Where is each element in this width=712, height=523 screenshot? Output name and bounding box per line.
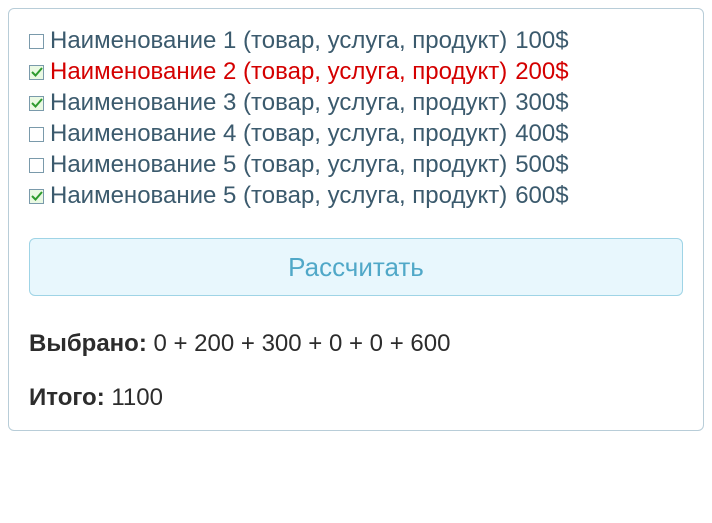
- item-checkbox-1[interactable]: [29, 34, 44, 49]
- item-price: 400$: [515, 120, 568, 148]
- item-row: Наименование 5 (товар, услуга, продукт) …: [29, 151, 683, 179]
- item-row: Наименование 1 (товар, услуга, продукт) …: [29, 27, 683, 55]
- item-label: Наименование 5 (товар, услуга, продукт): [50, 182, 507, 210]
- item-checkbox-3[interactable]: [29, 96, 44, 111]
- item-row: Наименование 4 (товар, услуга, продукт) …: [29, 120, 683, 148]
- selected-label: Выбрано:: [29, 330, 147, 357]
- calculator-panel: Наименование 1 (товар, услуга, продукт) …: [8, 8, 704, 431]
- total-line: Итого: 1100: [29, 384, 683, 412]
- item-price: 500$: [515, 151, 568, 179]
- item-label: Наименование 5 (товар, услуга, продукт): [50, 151, 507, 179]
- item-checkbox-4[interactable]: [29, 127, 44, 142]
- item-checkbox-2[interactable]: [29, 65, 44, 80]
- item-row: Наименование 3 (товар, услуга, продукт) …: [29, 89, 683, 117]
- item-label: Наименование 3 (товар, услуга, продукт): [50, 89, 507, 117]
- item-price: 100$: [515, 27, 568, 55]
- item-label: Наименование 2 (товар, услуга, продукт): [50, 58, 507, 86]
- item-label: Наименование 1 (товар, услуга, продукт): [50, 27, 507, 55]
- item-price: 200$: [515, 58, 568, 86]
- total-value: 1100: [111, 384, 163, 411]
- item-checkbox-5[interactable]: [29, 158, 44, 173]
- calculate-button-label: Рассчитать: [288, 252, 424, 283]
- item-label: Наименование 4 (товар, услуга, продукт): [50, 120, 507, 148]
- selected-expression: 0 + 200 + 300 + 0 + 0 + 600: [153, 330, 450, 357]
- total-label: Итого:: [29, 384, 105, 411]
- item-checkbox-6[interactable]: [29, 189, 44, 204]
- item-row: Наименование 2 (товар, услуга, продукт) …: [29, 58, 683, 86]
- calculate-button[interactable]: Рассчитать: [29, 238, 683, 296]
- item-price: 600$: [515, 182, 568, 210]
- item-row: Наименование 5 (товар, услуга, продукт) …: [29, 182, 683, 210]
- selected-line: Выбрано: 0 + 200 + 300 + 0 + 0 + 600: [29, 330, 683, 358]
- item-price: 300$: [515, 89, 568, 117]
